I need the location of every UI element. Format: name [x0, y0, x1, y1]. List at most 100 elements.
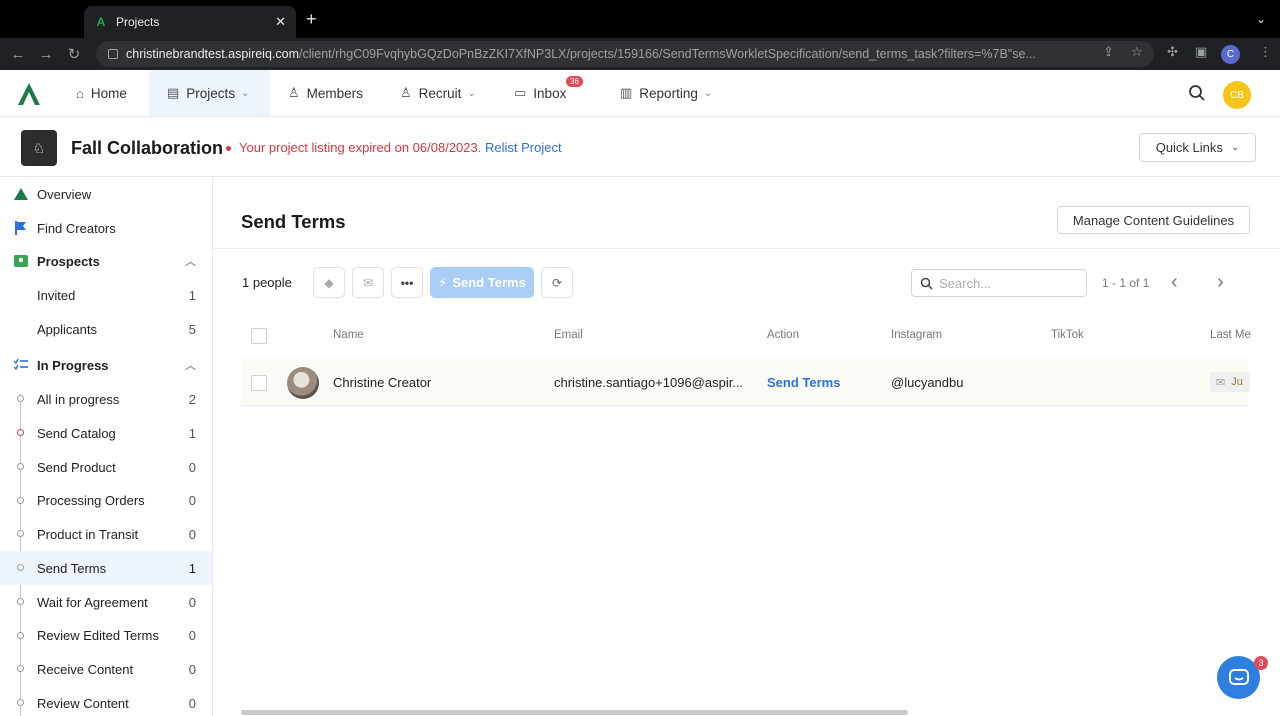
prospects-icon: [13, 253, 29, 269]
envelope-icon: ✉: [1216, 376, 1226, 389]
column-header-instagram[interactable]: Instagram: [891, 329, 942, 341]
user-avatar[interactable]: CB: [1223, 81, 1251, 109]
chevron-down-icon: ⌄: [241, 87, 250, 99]
sidebar-item-send-terms[interactable]: Send Terms 1: [0, 551, 212, 585]
sidebar-item-all-in-progress[interactable]: All in progress 2: [0, 382, 212, 416]
projects-icon: ▤: [167, 85, 180, 100]
nav-inbox-label: Inbox: [533, 85, 567, 101]
sidebar-item-invited[interactable]: Invited 1: [0, 278, 212, 312]
aspire-logo-icon[interactable]: [16, 81, 42, 107]
sidebar-item-label: Review Content: [37, 695, 129, 711]
column-header-email[interactable]: Email: [554, 329, 583, 341]
creator-name[interactable]: Christine Creator: [333, 375, 431, 390]
sidebar-item-product-in-transit[interactable]: Product in Transit 0: [0, 517, 212, 551]
tab-search-chevron-icon[interactable]: ⌄: [1256, 12, 1266, 26]
search-icon: [920, 277, 933, 290]
reload-icon[interactable]: ↻: [60, 45, 88, 63]
next-page-icon[interactable]: ›: [1217, 271, 1224, 294]
sidebar-item-review-content[interactable]: Review Content 0: [0, 686, 212, 716]
sidebar-item-label: Invited: [37, 287, 76, 303]
send-terms-button[interactable]: ⚡ Send Terms: [430, 267, 534, 298]
select-all-checkbox[interactable]: [251, 328, 267, 344]
sidebar-item-label: Send Product: [37, 459, 116, 475]
table-row[interactable]: Christine Creator christine.santiago+109…: [241, 359, 1250, 406]
chevron-up-icon[interactable]: ︿: [185, 357, 196, 373]
share-icon[interactable]: ⇪: [1103, 44, 1114, 60]
sidebar-item-processing-orders[interactable]: Processing Orders 0: [0, 483, 212, 517]
sidebar-item-label: Applicants: [37, 321, 97, 337]
nav-reporting[interactable]: ▥ Reporting ⌄: [620, 70, 712, 116]
sidebar-item-review-edited-terms[interactable]: Review Edited Terms 0: [0, 618, 212, 652]
row-send-terms-link[interactable]: Send Terms: [767, 375, 840, 390]
refresh-button[interactable]: ⟳: [541, 267, 573, 298]
manage-content-guidelines-button[interactable]: Manage Content Guidelines: [1057, 206, 1250, 234]
sidebar-item-receive-content[interactable]: Receive Content 0: [0, 652, 212, 686]
quick-links-dropdown[interactable]: Quick Links ⌄: [1139, 133, 1256, 162]
sidebar-item-wait-for-agreement[interactable]: Wait for Agreement 0: [0, 585, 212, 619]
new-tab-button[interactable]: +: [306, 10, 317, 28]
close-tab-icon[interactable]: ✕: [275, 14, 286, 30]
url-host: christinebrandtest.aspireiq.com: [126, 47, 299, 61]
side-panel-icon[interactable]: ▣: [1195, 44, 1207, 60]
browser-toolbar: ← → ↻ christinebrandtest.aspireiq.com /c…: [0, 38, 1280, 70]
last-message-cell[interactable]: ✉ Ju: [1210, 372, 1250, 392]
bookmark-star-icon[interactable]: ☆: [1131, 44, 1143, 60]
sidebar-item-prospects[interactable]: Prospects ︿: [0, 244, 212, 278]
extensions-puzzle-icon[interactable]: ✣: [1167, 44, 1178, 60]
chat-unread-badge: 3: [1254, 656, 1268, 670]
recruit-icon: ♙: [400, 85, 412, 100]
search-input[interactable]: Search...: [911, 269, 1087, 297]
nav-members[interactable]: ♙ Members: [288, 70, 363, 116]
column-header-action[interactable]: Action: [767, 329, 799, 341]
browser-menu-icon[interactable]: ⋮: [1259, 44, 1272, 60]
sidebar-item-send-catalog[interactable]: Send Catalog 1: [0, 416, 212, 450]
nav-home[interactable]: ⌂ Home: [76, 70, 127, 116]
creator-avatar: [287, 367, 319, 399]
email-button[interactable]: ✉: [352, 267, 384, 298]
column-header-last-message[interactable]: Last Me: [1210, 329, 1251, 341]
creator-instagram[interactable]: @lucyandbu: [891, 375, 963, 390]
main-content: Send Terms Manage Content Guidelines 1 p…: [213, 177, 1280, 716]
sidebar-item-send-product[interactable]: Send Product 0: [0, 450, 212, 484]
sidebar-item-find-creators[interactable]: Find Creators: [0, 211, 212, 245]
send-terms-button-label: Send Terms: [452, 275, 526, 290]
sidebar-item-count: 0: [188, 594, 196, 610]
creator-email: christine.santiago+1096@aspir...: [554, 375, 744, 390]
sidebar-item-label: Product in Transit: [37, 526, 139, 542]
relist-project-link[interactable]: Relist Project: [485, 140, 562, 155]
nav-recruit[interactable]: ♙ Recruit ⌄: [400, 70, 476, 116]
nav-projects[interactable]: ▤ Projects ⌄: [149, 70, 270, 116]
address-bar[interactable]: christinebrandtest.aspireiq.com /client/…: [96, 41, 1154, 67]
app-top-nav: ⌂ Home ▤ Projects ⌄ ♙ Members ♙ Recruit …: [0, 70, 1280, 117]
sidebar-item-count: 0: [188, 526, 196, 542]
members-icon: ♙: [288, 85, 300, 100]
column-header-name[interactable]: Name: [333, 329, 364, 341]
more-actions-button[interactable]: •••: [391, 267, 423, 298]
search-icon[interactable]: [1188, 84, 1206, 102]
chevron-up-icon[interactable]: ︿: [185, 253, 196, 269]
inbox-icon: ▭: [514, 85, 527, 100]
nav-members-label: Members: [306, 85, 363, 101]
forward-arrow-icon[interactable]: →: [32, 46, 60, 63]
browser-profile-avatar[interactable]: C: [1221, 45, 1240, 64]
lock-icon: [108, 49, 118, 59]
ellipsis-icon: •••: [400, 275, 414, 290]
sidebar-item-count: 1: [188, 287, 196, 303]
column-header-tiktok[interactable]: TikTok: [1051, 329, 1084, 341]
sidebar-item-applicants[interactable]: Applicants 5: [0, 312, 212, 346]
project-name: Fall Collaboration: [71, 138, 224, 158]
back-arrow-icon[interactable]: ←: [4, 46, 32, 63]
nav-inbox[interactable]: ▭ Inbox: [514, 70, 566, 116]
tag-button[interactable]: ◆: [313, 267, 345, 298]
sidebar-item-label: Prospects: [37, 253, 100, 269]
alert-dot-icon: [226, 146, 231, 152]
previous-page-icon[interactable]: ‹: [1171, 271, 1178, 294]
browser-tab[interactable]: A Projects ✕: [84, 6, 296, 38]
sidebar-item-count: 0: [188, 627, 196, 643]
chevron-down-icon: ⌄: [703, 87, 713, 99]
sidebar-item-in-progress[interactable]: In Progress ︿: [0, 348, 212, 382]
sidebar-item-label: Processing Orders: [37, 492, 145, 508]
sidebar-item-overview[interactable]: Overview: [0, 177, 212, 211]
row-checkbox[interactable]: [251, 375, 267, 391]
horizontal-scrollbar[interactable]: [241, 710, 908, 715]
